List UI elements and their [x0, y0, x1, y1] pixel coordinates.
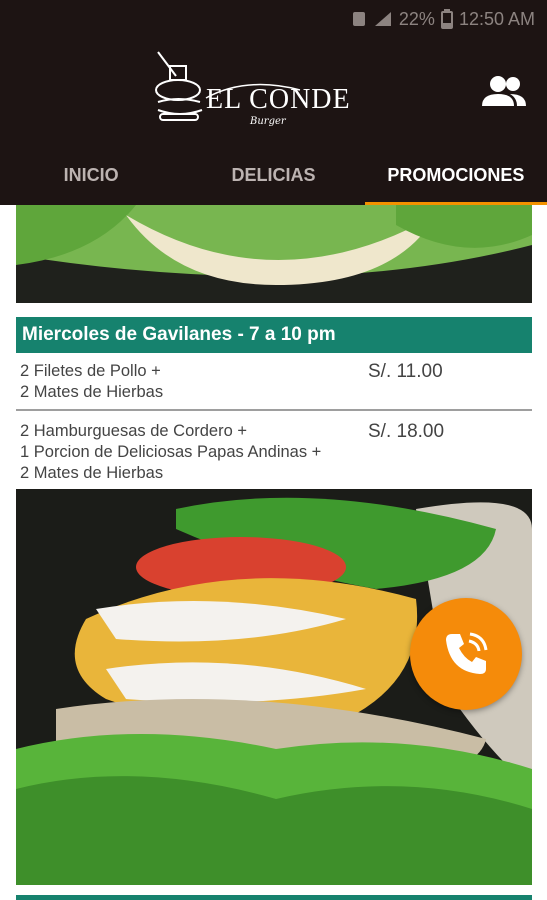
promo-item-price: S/. 11.00: [368, 361, 443, 382]
promo-item[interactable]: 2 Hamburguesas de Cordero + 1 Porcion de…: [16, 413, 532, 489]
logo-subtitle: Burger: [250, 116, 286, 127]
burger-photo: [16, 205, 532, 303]
sim-icon: [352, 12, 365, 26]
tab-bar: INICIO DELICIAS PROMOCIONES: [0, 145, 547, 205]
status-bar: 22% 12:50 AM: [351, 8, 535, 30]
phone-icon: [446, 632, 488, 674]
promo-title: Miercoles de Gavilanes - 7 a 10 pm: [16, 317, 532, 353]
promo-item-price: S/. 18.00: [368, 421, 445, 442]
clock: 12:50 AM: [458, 8, 535, 29]
promo-item-description: 2 Filetes de Pollo + 2 Mates de Hierbas: [20, 362, 164, 401]
users-button[interactable]: [480, 72, 528, 112]
call-button[interactable]: [410, 598, 522, 710]
promo-image-burger-top: [16, 205, 532, 303]
battery-percent: 22%: [398, 8, 435, 29]
battery-icon: [440, 9, 453, 29]
tab-promociones[interactable]: PROMOCIONES: [364, 145, 547, 205]
promo-item[interactable]: 2 Filetes de Pollo + 2 Mates de Hierbas …: [16, 353, 532, 411]
promotions-list[interactable]: Miercoles de Gavilanes - 7 a 10 pm 2 Fil…: [0, 205, 547, 900]
app-logo: EL CONDE Burger: [150, 46, 350, 138]
promo-item-description: 2 Hamburguesas de Cordero + 1 Porcion de…: [20, 422, 322, 482]
next-section-divider: [16, 895, 532, 900]
users-icon: [482, 76, 526, 106]
app-header: 22% 12:50 AM EL CONDE Burger INICIO DELI…: [0, 0, 547, 205]
tab-inicio[interactable]: INICIO: [0, 145, 182, 205]
tab-delicias[interactable]: DELICIAS: [182, 145, 364, 205]
signal-icon: [374, 12, 391, 26]
logo-title: EL CONDE: [206, 84, 351, 115]
